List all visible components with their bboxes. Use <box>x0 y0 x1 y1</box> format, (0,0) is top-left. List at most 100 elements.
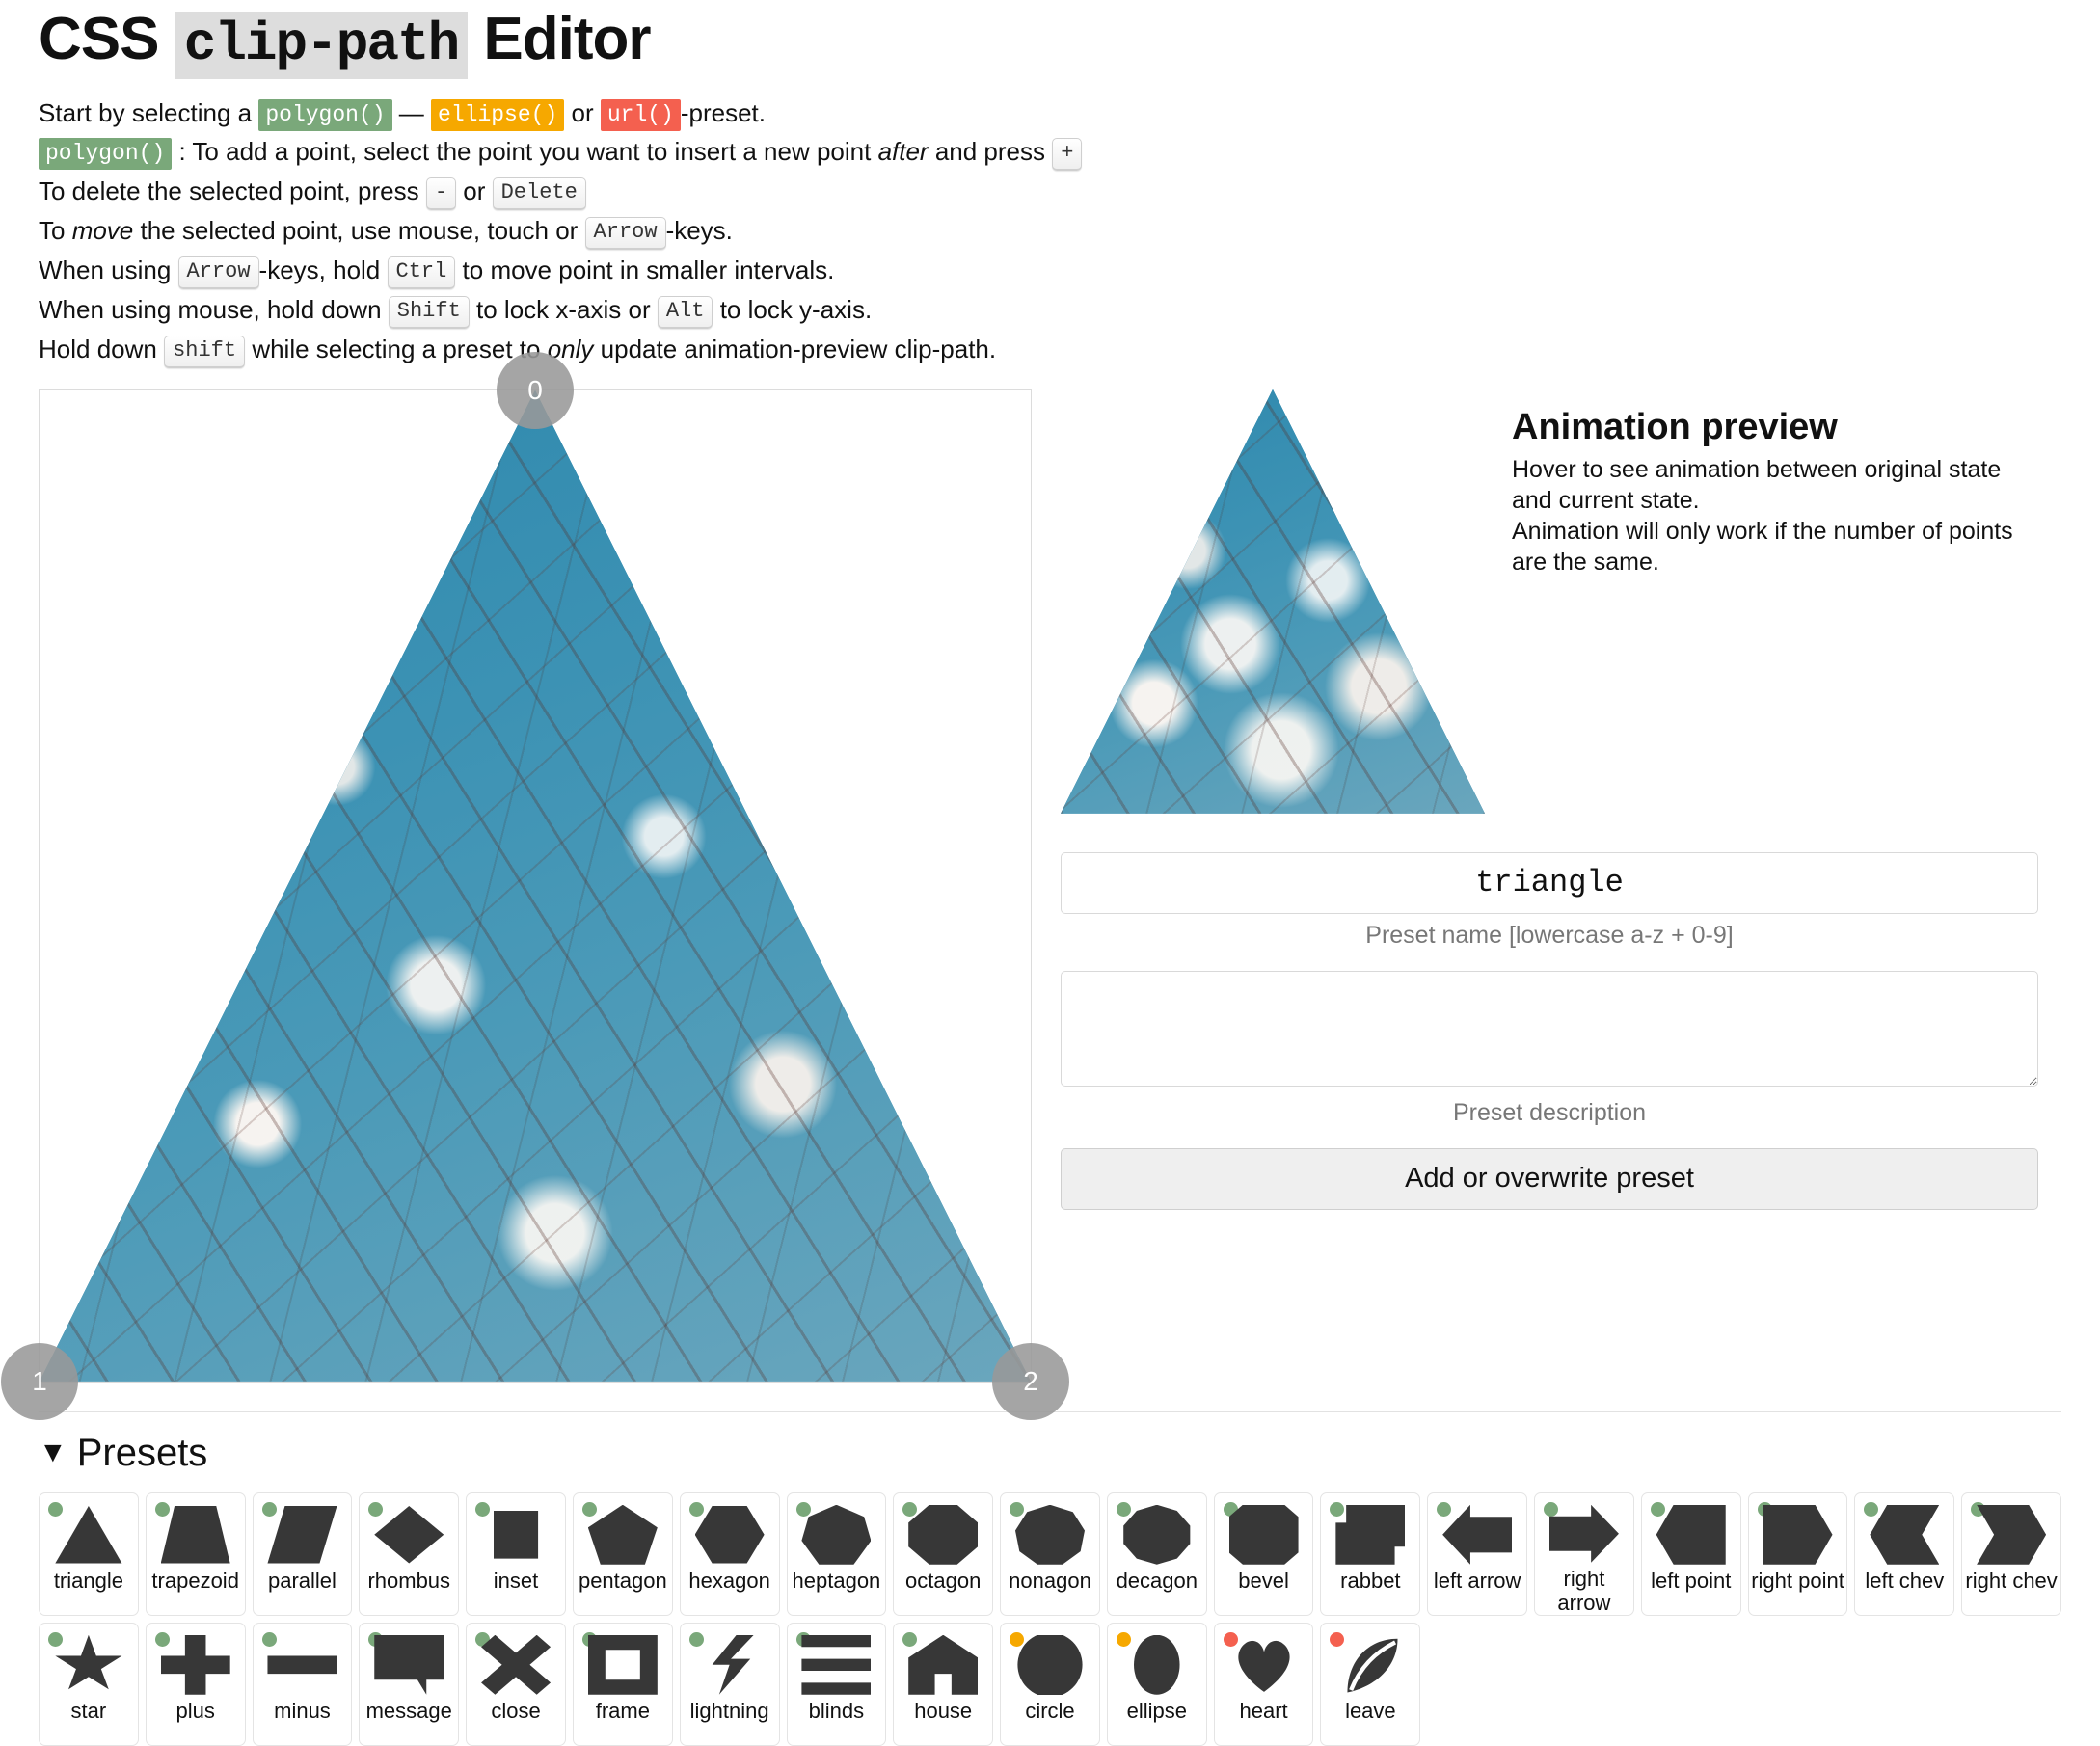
preset-label: left point <box>1651 1568 1732 1593</box>
tag-ellipse[interactable]: ellipse() <box>431 98 565 131</box>
preset-tile-leave[interactable]: leave <box>1320 1622 1421 1746</box>
preset-tile-right-point[interactable]: right point <box>1747 1491 1848 1616</box>
preset-shape <box>55 1634 122 1690</box>
instruction-line-1: Start by selecting a polygon() — ellipse… <box>39 94 2061 131</box>
key-ctrl: Ctrl <box>387 255 456 289</box>
preset-tile-trapezoid[interactable]: trapezoid <box>145 1491 246 1616</box>
point-handle-0[interactable]: 0 <box>497 351 574 429</box>
add-or-overwrite-preset-button[interactable]: Add or overwrite preset <box>1061 1147 2038 1210</box>
preset-tile-decagon[interactable]: decagon <box>1106 1491 1207 1616</box>
preset-shape-icon <box>694 1505 765 1565</box>
preset-tile-lightning[interactable]: lightning <box>679 1622 780 1746</box>
preset-tile-right-chev[interactable]: right chev <box>1961 1491 2061 1616</box>
preset-tile-ellipse[interactable]: ellipse <box>1106 1622 1207 1746</box>
editor-clipped-image <box>40 389 1031 1382</box>
key-delete: Delete <box>492 176 586 210</box>
preset-shape-icon <box>374 1634 444 1695</box>
text-3a: To delete the selected point, press <box>39 175 426 205</box>
preset-shape <box>1335 1504 1406 1565</box>
clip-path-editor-canvas[interactable]: 0 1 2 <box>1 351 1069 1420</box>
instruction-line-4: To move the selected point, use mouse, t… <box>39 212 2061 250</box>
preset-tile-heptagon[interactable]: heptagon <box>786 1491 887 1616</box>
tag-polygon-2[interactable]: polygon() <box>39 137 173 170</box>
preset-shape-icon <box>587 1504 658 1565</box>
animation-preview-box[interactable] <box>1061 389 1485 814</box>
preset-shape <box>55 1506 122 1564</box>
preset-shape-icon <box>1335 1635 1405 1695</box>
preset-label: right chev <box>1965 1568 2058 1593</box>
preset-shape <box>1017 1634 1083 1695</box>
preset-tile-hexagon[interactable]: hexagon <box>679 1491 780 1616</box>
preset-label: blinds <box>808 1698 865 1723</box>
preset-label: right point <box>1751 1568 1844 1593</box>
preset-label: parallel <box>268 1568 337 1593</box>
preset-tile-blinds[interactable]: blinds <box>786 1622 887 1746</box>
preset-label: bevel <box>1238 1568 1289 1593</box>
preset-shape-icon <box>1122 1634 1192 1695</box>
preset-shape-icon <box>1656 1504 1726 1565</box>
preset-label: inset <box>493 1568 539 1593</box>
preset-shape <box>801 1504 872 1565</box>
preset-shape <box>908 1504 979 1565</box>
preset-shape <box>1442 1504 1513 1565</box>
tag-polygon[interactable]: polygon() <box>258 98 392 131</box>
preset-label: ellipse <box>1126 1698 1187 1723</box>
preset-tile-parallel[interactable]: parallel <box>252 1491 353 1616</box>
preset-shape <box>1870 1504 1940 1565</box>
instructions-block: Start by selecting a polygon() — ellipse… <box>39 94 2061 368</box>
preset-shape-icon <box>1763 1504 1833 1565</box>
preset-name-input[interactable] <box>1061 851 2038 914</box>
preset-tile-rhombus[interactable]: rhombus <box>359 1491 460 1616</box>
preset-tile-star[interactable]: star <box>39 1622 139 1746</box>
preset-tile-octagon[interactable]: octagon <box>893 1491 994 1616</box>
text-7a: Hold down <box>39 334 165 363</box>
preset-name-label: Preset name [lowercase a-z + 0-9] <box>1365 921 1734 949</box>
presets-section-header[interactable]: ▼ Presets <box>39 1432 2061 1475</box>
preset-shape-icon <box>267 1505 337 1565</box>
preset-label: lightning <box>689 1698 769 1723</box>
preset-description-input[interactable] <box>1061 970 2038 1087</box>
preset-tile-frame[interactable]: frame <box>572 1622 673 1746</box>
preset-tile-rabbet[interactable]: rabbet <box>1320 1491 1421 1616</box>
preset-tile-right-arrow[interactable]: right arrow <box>1534 1491 1634 1616</box>
preset-shape <box>712 1634 754 1695</box>
preset-shape-icon <box>54 1505 123 1565</box>
preset-tile-message[interactable]: message <box>359 1622 460 1746</box>
preset-tile-pentagon[interactable]: pentagon <box>572 1491 673 1616</box>
animation-desc-1: Hover to see animation between original … <box>1512 455 2002 483</box>
preset-tile-left-arrow[interactable]: left arrow <box>1427 1491 1528 1616</box>
preset-tile-inset[interactable]: inset <box>466 1491 566 1616</box>
preset-tile-left-chev[interactable]: left chev <box>1854 1491 1955 1616</box>
point-handle-1[interactable]: 1 <box>1 1342 78 1420</box>
tag-url[interactable]: url() <box>600 98 681 131</box>
preset-shape <box>694 1506 765 1564</box>
preset-shape <box>1123 1504 1191 1565</box>
preset-shape-icon <box>54 1634 123 1695</box>
text-6b: to lock x-axis or <box>469 294 658 324</box>
preset-tile-triangle[interactable]: triangle <box>39 1491 139 1616</box>
preset-tile-left-point[interactable]: left point <box>1640 1491 1741 1616</box>
preset-shape-icon <box>695 1634 765 1695</box>
text-1b: — <box>391 97 432 127</box>
preset-tile-close[interactable]: close <box>466 1622 566 1746</box>
preset-shape-icon <box>481 1634 552 1695</box>
preset-label: leave <box>1345 1698 1396 1723</box>
preset-tile-minus[interactable]: minus <box>252 1622 353 1746</box>
preset-tile-house[interactable]: house <box>893 1622 994 1746</box>
preset-label: pentagon <box>578 1568 667 1593</box>
chevron-down-icon[interactable]: ▼ <box>39 1438 67 1467</box>
preset-tile-circle[interactable]: circle <box>1000 1622 1100 1746</box>
text-1c: or <box>564 97 601 127</box>
preset-shape-icon <box>801 1634 872 1695</box>
preset-shape <box>267 1655 337 1675</box>
preset-tile-bevel[interactable]: bevel <box>1213 1491 1314 1616</box>
preset-tile-nonagon[interactable]: nonagon <box>1000 1491 1100 1616</box>
preset-shape <box>160 1634 230 1695</box>
point-handle-2[interactable]: 2 <box>992 1342 1069 1420</box>
preset-tile-plus[interactable]: plus <box>145 1622 246 1746</box>
preset-shape <box>587 1504 658 1565</box>
page-root: CSS clip-path Editor Start by selecting … <box>0 8 2100 1746</box>
preset-label: rabbet <box>1340 1568 1401 1593</box>
preset-tile-heart[interactable]: heart <box>1213 1622 1314 1746</box>
preset-shape <box>1014 1504 1085 1565</box>
